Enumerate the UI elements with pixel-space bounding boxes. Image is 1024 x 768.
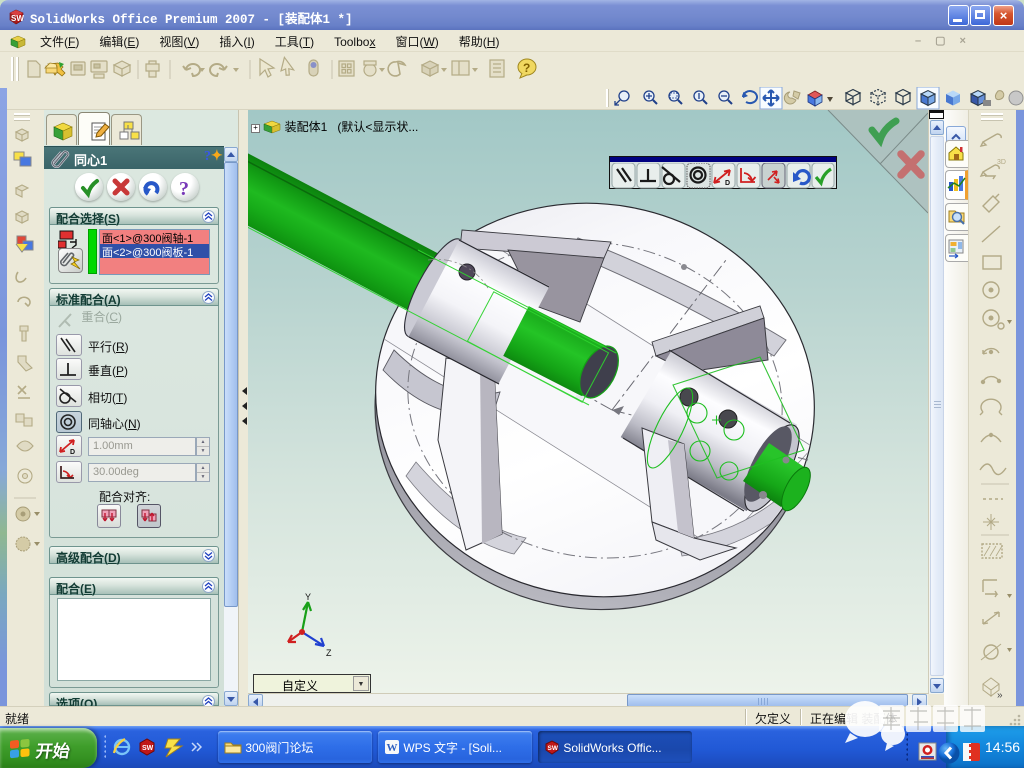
- svg-text:SW: SW: [548, 745, 559, 752]
- svg-text:SW: SW: [142, 745, 154, 752]
- svg-text:3D: 3D: [997, 159, 1006, 166]
- svg-text:W: W: [387, 742, 398, 754]
- svg-text:D: D: [70, 449, 75, 456]
- svg-text:SW: SW: [11, 14, 24, 23]
- svg-text:Z: Z: [326, 648, 332, 658]
- svg-text:?: ?: [523, 61, 530, 75]
- svg-text:D: D: [725, 180, 730, 187]
- svg-text:Y: Y: [305, 592, 311, 602]
- svg-text:?: ?: [179, 178, 189, 200]
